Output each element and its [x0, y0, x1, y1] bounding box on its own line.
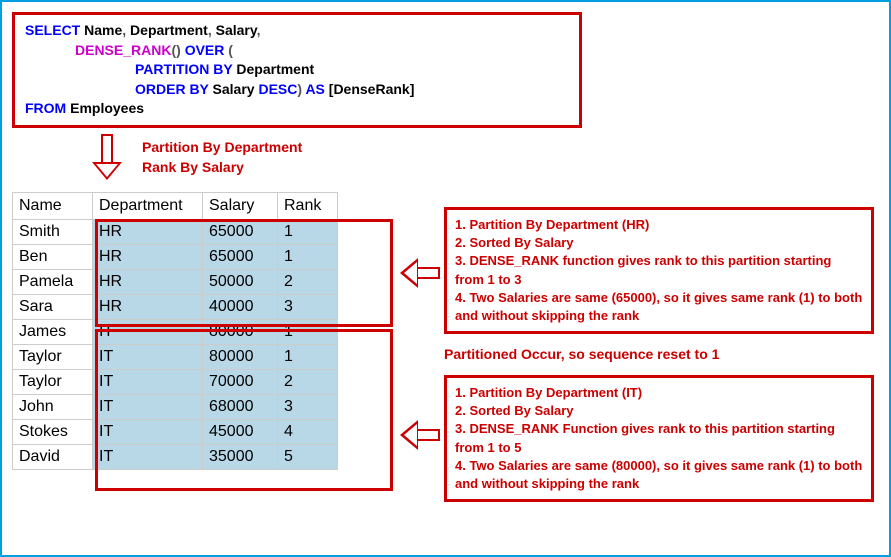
kw-over: OVER — [185, 42, 225, 58]
partition-reset-label: Partitioned Occur, so sequence reset to … — [444, 345, 719, 365]
table-row: PamelaHR500002 — [13, 269, 338, 294]
col-salary: Salary — [216, 22, 257, 38]
arrow-left-2-icon — [400, 420, 440, 450]
arrow-left-1-icon — [400, 258, 440, 288]
sql-query-box: SELECT Name, Department, Salary, DENSE_R… — [12, 12, 582, 128]
th-name: Name — [13, 192, 93, 219]
sql-line-5: FROM Employees — [25, 99, 569, 119]
th-salary: Salary — [203, 192, 278, 219]
kw-order-by: ORDER BY — [135, 81, 209, 97]
sql-line-2: DENSE_RANK() OVER ( — [25, 41, 569, 61]
th-rank: Rank — [278, 192, 338, 219]
table-row: BenHR650001 — [13, 244, 338, 269]
table-name: Employees — [70, 100, 144, 116]
kw-select: SELECT — [25, 22, 80, 38]
table-header-row: Name Department Salary Rank — [13, 192, 338, 219]
table-row: DavidIT350005 — [13, 444, 338, 469]
arrow-down-label: Partition By Department Rank By Salary — [142, 138, 302, 177]
table-row: TaylorIT800001 — [13, 344, 338, 369]
sql-line-1: SELECT Name, Department, Salary, — [25, 21, 569, 41]
table-row: JamesIT800001 — [13, 319, 338, 344]
arrow-down-section: Partition By Department Rank By Salary — [92, 134, 879, 182]
col-dept: Department — [130, 22, 208, 38]
sql-line-3: PARTITION BY Department — [25, 60, 569, 80]
kw-as: AS — [305, 81, 324, 97]
kw-dense-rank: DENSE_RANK — [75, 42, 171, 58]
table-row: StokesIT450004 — [13, 419, 338, 444]
sql-line-4: ORDER BY Salary DESC) AS [DenseRank] — [25, 80, 569, 100]
th-dept: Department — [93, 192, 203, 219]
table-row: JohnIT680003 — [13, 394, 338, 419]
result-table-wrap: Name Department Salary Rank SmithHR65000… — [12, 192, 392, 470]
hr-info-box: 1. Partition By Department (HR) 2. Sorte… — [444, 207, 874, 334]
col-name: Name — [84, 22, 122, 38]
table-row: TaylorIT700002 — [13, 369, 338, 394]
arrow-down-icon — [92, 134, 122, 182]
kw-partition-by: PARTITION BY — [135, 61, 233, 77]
it-info-box: 1. Partition By Department (IT) 2. Sorte… — [444, 375, 874, 502]
result-table: Name Department Salary Rank SmithHR65000… — [12, 192, 338, 470]
kw-desc: DESC — [258, 81, 297, 97]
diagram-container: SELECT Name, Department, Salary, DENSE_R… — [0, 0, 891, 557]
kw-from: FROM — [25, 100, 66, 116]
table-row: SaraHR400003 — [13, 294, 338, 319]
alias: [DenseRank] — [329, 81, 415, 97]
table-row: SmithHR650001 — [13, 219, 338, 244]
